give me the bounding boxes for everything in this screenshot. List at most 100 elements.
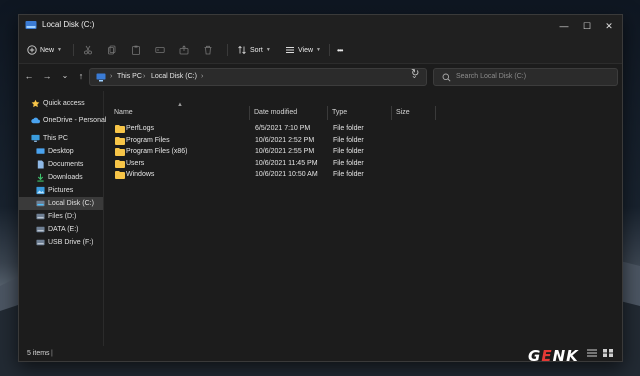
folder-icon bbox=[115, 125, 125, 133]
sidebar-item-files-d[interactable]: Files (D:) bbox=[19, 210, 103, 223]
sidebar-item-onedrive[interactable]: OneDrive - Personal bbox=[19, 114, 107, 127]
column-divider[interactable] bbox=[249, 106, 250, 120]
maximize-button[interactable]: ☐ bbox=[577, 18, 597, 34]
toolbar-divider bbox=[329, 44, 330, 56]
sidebar-item-usb-drive-f[interactable]: USB Drive (F:) bbox=[19, 236, 103, 249]
navigation-pane: Quick access OneDrive - Personal This PC… bbox=[19, 91, 107, 346]
refresh-button[interactable]: ↻ bbox=[411, 68, 419, 79]
copy-button[interactable] bbox=[107, 41, 117, 59]
sidebar-item-label: DATA (E:) bbox=[48, 225, 79, 233]
breadcrumb-separator: › bbox=[110, 73, 113, 80]
view-button-label: View bbox=[298, 46, 314, 54]
new-button[interactable]: New ▼ bbox=[27, 41, 62, 59]
column-divider[interactable] bbox=[391, 106, 392, 120]
file-name: Users bbox=[126, 159, 145, 167]
forward-button[interactable]: → bbox=[41, 70, 53, 82]
column-header-name[interactable]: Name bbox=[114, 109, 133, 116]
sidebar-item-local-disk-c[interactable]: Local Disk (C:) bbox=[19, 197, 103, 210]
delete-button[interactable] bbox=[203, 41, 213, 59]
column-header-size[interactable]: Size bbox=[396, 109, 410, 116]
sidebar-item-label: This PC bbox=[43, 134, 68, 142]
file-name: Program Files bbox=[126, 136, 170, 144]
more-options-button[interactable]: ••• bbox=[337, 41, 343, 59]
file-row[interactable]: Program Files 10/6/2021 2:52 PM File fol… bbox=[112, 136, 442, 147]
minimize-button[interactable]: — bbox=[554, 18, 574, 34]
file-date: 10/6/2021 2:55 PM bbox=[255, 148, 315, 155]
back-button[interactable]: ← bbox=[23, 70, 35, 82]
file-type: File folder bbox=[333, 159, 364, 167]
tiles-view-icon[interactable] bbox=[602, 348, 614, 358]
sidebar-item-this-pc[interactable]: This PC bbox=[19, 132, 103, 145]
view-icon bbox=[286, 47, 294, 53]
sort-ascending-icon: ▲ bbox=[177, 102, 183, 108]
sidebar-item-documents[interactable]: Documents bbox=[19, 158, 103, 171]
file-row[interactable]: Windows 10/6/2021 10:50 AM File folder bbox=[112, 170, 442, 181]
pc-icon bbox=[96, 73, 106, 82]
sidebar-item-label: Local Disk (C:) bbox=[48, 199, 94, 207]
computer-icon bbox=[31, 134, 40, 142]
folder-icon bbox=[115, 171, 125, 179]
paste-button[interactable] bbox=[131, 41, 141, 59]
view-button[interactable]: View ▼ bbox=[285, 41, 321, 59]
title-bar: Local Disk (C:) — ☐ ✕ bbox=[19, 15, 622, 37]
download-icon bbox=[37, 173, 44, 182]
drive-icon bbox=[36, 226, 45, 233]
delete-icon bbox=[204, 45, 212, 55]
copy-icon bbox=[108, 45, 116, 55]
file-row[interactable]: PerfLogs 6/5/2021 7:10 PM File folder bbox=[112, 124, 442, 135]
column-header-type[interactable]: Type bbox=[332, 109, 347, 116]
breadcrumb-local-disk[interactable]: Local Disk (C:) bbox=[151, 73, 197, 80]
search-icon bbox=[442, 73, 451, 82]
file-row[interactable]: Users 10/6/2021 11:45 PM File folder bbox=[112, 159, 442, 170]
share-button[interactable] bbox=[179, 41, 189, 59]
file-row[interactable]: Program Files (x86) 10/6/2021 2:55 PM Fi… bbox=[112, 147, 442, 158]
drive-icon bbox=[36, 213, 45, 220]
up-button[interactable]: ↑ bbox=[75, 70, 87, 82]
details-view-icon[interactable] bbox=[586, 348, 598, 358]
breadcrumb-this-pc[interactable]: This PC bbox=[117, 73, 142, 80]
column-divider[interactable] bbox=[327, 106, 328, 120]
sidebar-item-data-e[interactable]: DATA (E:) bbox=[19, 223, 103, 236]
cut-button[interactable] bbox=[83, 41, 93, 59]
file-name: Program Files (x86) bbox=[126, 148, 188, 155]
folder-icon bbox=[115, 159, 125, 168]
folder-icon bbox=[115, 148, 125, 156]
star-icon bbox=[31, 99, 40, 108]
column-header-date-modified[interactable]: Date modified bbox=[254, 109, 297, 116]
cut-icon bbox=[84, 45, 92, 55]
file-date: 10/6/2021 11:45 PM bbox=[255, 159, 318, 167]
chevron-down-icon: ▼ bbox=[57, 47, 62, 53]
recent-locations-button[interactable]: ⌄ bbox=[59, 70, 71, 82]
chevron-down-icon: ▼ bbox=[316, 47, 321, 53]
sort-icon bbox=[238, 45, 246, 55]
file-list-pane: ▲ Name Date modified Type Size PerfLogs … bbox=[104, 91, 622, 346]
sidebar-item-label: Documents bbox=[48, 160, 84, 168]
file-date: 10/6/2021 2:52 PM bbox=[255, 136, 315, 144]
close-button[interactable]: ✕ bbox=[599, 18, 619, 34]
sidebar-item-pictures[interactable]: Pictures bbox=[19, 184, 103, 197]
column-divider[interactable] bbox=[435, 106, 436, 120]
file-name: PerfLogs bbox=[126, 125, 155, 132]
item-count: 5 items bbox=[27, 350, 50, 357]
sidebar-item-quick-access[interactable]: Quick access bbox=[19, 97, 103, 110]
sidebar-item-desktop[interactable]: Desktop bbox=[19, 145, 103, 158]
sidebar-item-label: OneDrive - Personal bbox=[43, 116, 107, 124]
sort-button[interactable]: Sort ▼ bbox=[237, 41, 271, 59]
sidebar-item-label: Files (D:) bbox=[48, 212, 77, 220]
sidebar-item-label: Quick access bbox=[43, 99, 85, 107]
documents-icon bbox=[37, 160, 44, 169]
pictures-icon bbox=[36, 186, 45, 195]
command-bar: New ▼ Sort ▼ View ▼ ••• bbox=[19, 37, 622, 64]
rename-button[interactable] bbox=[155, 41, 165, 59]
desktop-icon bbox=[36, 148, 45, 154]
file-date: 10/6/2021 10:50 AM bbox=[255, 171, 318, 178]
usb-drive-icon bbox=[36, 239, 45, 246]
sidebar-item-downloads[interactable]: Downloads bbox=[19, 171, 103, 184]
sort-button-label: Sort bbox=[250, 46, 263, 54]
chevron-down-icon: ▼ bbox=[265, 47, 271, 53]
address-bar[interactable]: › This PC › Local Disk (C:) › ⌄ bbox=[89, 68, 427, 86]
toolbar-divider bbox=[73, 44, 74, 56]
paste-icon bbox=[132, 45, 140, 55]
search-box[interactable]: Search Local Disk (C:) bbox=[433, 68, 618, 86]
file-type: File folder bbox=[333, 171, 364, 178]
